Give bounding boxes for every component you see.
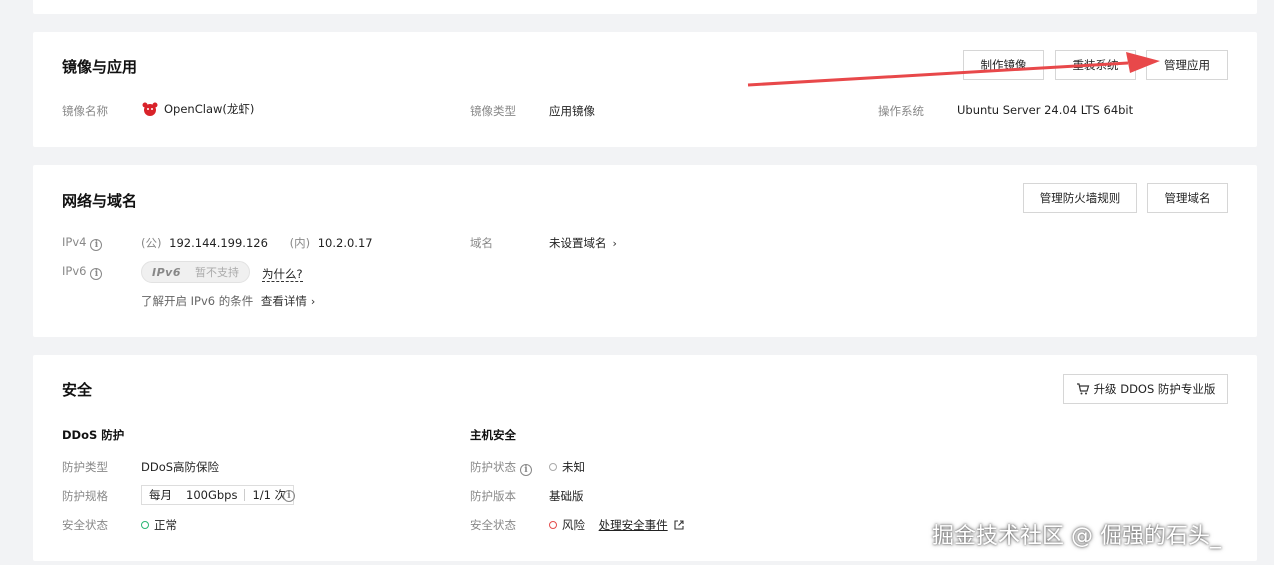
ddos-status-text: 正常 [154, 518, 177, 532]
ipv6-hint-text: 了解开启 IPv6 的条件 [141, 294, 254, 308]
spec-bandwidth: 100Gbps [186, 488, 238, 502]
chevron-right-icon: › [310, 295, 316, 308]
external-link-icon[interactable] [674, 519, 684, 530]
public-tag: (公) [141, 236, 162, 250]
host-status-label: 防护状态 i [470, 459, 532, 476]
host-status-text: 未知 [562, 460, 585, 474]
upgrade-ddos-button[interactable]: 升级 DDOS 防护专业版 [1063, 374, 1228, 404]
ddos-type-value: DDoS高防保险 [141, 460, 220, 474]
make-image-button[interactable]: 制作镜像 [963, 50, 1044, 80]
manage-app-button[interactable]: 管理应用 [1146, 50, 1228, 80]
status-ok-icon [141, 521, 149, 529]
ddos-type-label: 防护类型 [62, 460, 108, 474]
ddos-subtitle: DDoS 防护 [62, 428, 125, 442]
private-ip[interactable]: 10.2.0.17 [318, 236, 373, 250]
host-status-value: 未知 [549, 459, 585, 475]
os-value: Ubuntu Server 24.04 LTS 64bit [957, 103, 1134, 117]
manage-domain-button[interactable]: 管理域名 [1147, 183, 1228, 213]
ddos-spec-label: 防护规格 [62, 489, 108, 503]
why-link-text[interactable]: 为什么? [262, 267, 303, 282]
why-link[interactable]: 为什么? [262, 266, 303, 282]
domain-value-text[interactable]: 未设置域名 [549, 236, 607, 250]
watermark: 掘金技术社区 @ 倔强的石头_ [932, 524, 1221, 549]
ipv4-label-text: IPv4 [62, 235, 87, 249]
host-version-label: 防护版本 [470, 489, 516, 503]
chevron-right-icon: › [612, 237, 617, 250]
previous-card [33, 0, 1257, 14]
ddos-spec-box: 每月 100Gbps 1/1 次 [141, 485, 295, 505]
os-label: 操作系统 [878, 104, 924, 118]
lobster-logo-icon [141, 100, 159, 118]
image-type-value: 应用镜像 [549, 104, 595, 118]
network-domain-card: 网络与域名 管理防火墙规则 管理域名 IPv4 i (公) 192.144.199… [33, 165, 1257, 337]
ipv6-label-text: IPv6 [62, 264, 87, 278]
info-icon[interactable]: i [283, 490, 295, 502]
ipv6-status-pill: IPv6 暂不支持 [141, 261, 250, 283]
handle-events-link[interactable]: 处理安全事件 [599, 518, 668, 532]
ipv6-label: IPv6 i [62, 264, 103, 280]
host-security-label: 安全状态 [470, 518, 516, 532]
host-security-text: 风险 [562, 518, 585, 532]
page: 镜像与应用 制作镜像 重装系统 管理应用 镜像名称 OpenClaw(龙虾) 镜… [0, 0, 1274, 565]
domain-value[interactable]: 未设置域名 › [549, 235, 617, 251]
ipv4-label: IPv4 i [62, 235, 103, 251]
host-version-value: 基础版 [549, 489, 584, 503]
ddos-status-value: 正常 [141, 517, 177, 533]
public-ip[interactable]: 192.144.199.126 [169, 236, 268, 250]
image-section-title: 镜像与应用 [62, 58, 138, 76]
reinstall-system-button[interactable]: 重装系统 [1055, 50, 1136, 80]
ipv4-value: (公) 192.144.199.126 (内) 10.2.0.17 [141, 235, 373, 251]
upgrade-ddos-label: 升级 DDOS 防护专业版 [1093, 382, 1216, 396]
image-name-label: 镜像名称 [62, 104, 108, 118]
manage-firewall-button[interactable]: 管理防火墙规则 [1023, 183, 1137, 213]
domain-label: 域名 [470, 236, 493, 250]
image-app-card: 镜像与应用 制作镜像 重装系统 管理应用 镜像名称 OpenClaw(龙虾) 镜… [33, 32, 1257, 147]
info-icon[interactable]: i [90, 239, 103, 251]
image-name-value: OpenClaw(龙虾) [141, 100, 254, 118]
host-status-label-text: 防护状态 [470, 460, 516, 474]
spec-period: 每月 [149, 488, 172, 502]
details-link[interactable]: 查看详情 [261, 294, 307, 308]
ipv6-hint: 了解开启 IPv6 的条件 查看详情 › [141, 293, 315, 309]
image-type-label: 镜像类型 [470, 104, 516, 118]
host-security-subtitle: 主机安全 [470, 428, 516, 442]
cart-icon [1076, 382, 1090, 396]
host-security-value: 风险 处理安全事件 [549, 517, 684, 533]
network-section-title: 网络与域名 [62, 192, 138, 210]
ipv6-badge: IPv6 [152, 265, 181, 279]
image-name-text: OpenClaw(龙虾) [164, 102, 255, 116]
ddos-status-label: 安全状态 [62, 518, 108, 532]
status-risk-icon [549, 521, 557, 529]
info-icon[interactable]: i [520, 464, 532, 476]
info-icon[interactable]: i [90, 268, 103, 280]
ipv6-status: 暂不支持 [194, 266, 239, 279]
security-section-title: 安全 [62, 381, 93, 399]
private-tag: (内) [289, 236, 311, 250]
status-unknown-icon [549, 463, 557, 471]
